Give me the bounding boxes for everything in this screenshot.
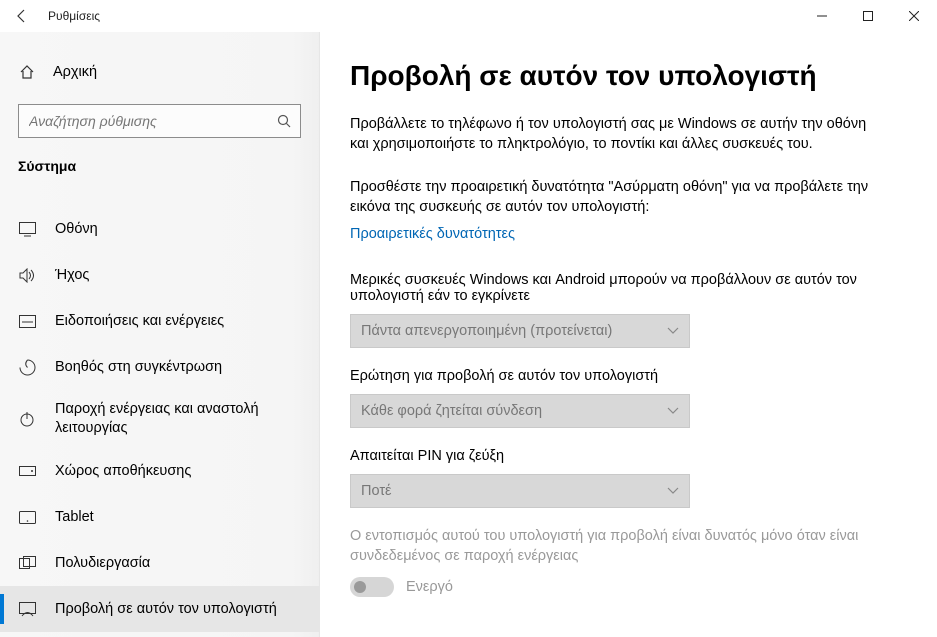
tablet-icon <box>19 511 37 524</box>
maximize-button[interactable] <box>845 0 891 32</box>
sidebar-item-display[interactable]: Οθόνη <box>0 206 319 252</box>
sidebar-item-focus-assist[interactable]: Βοηθός στη συγκέντρωση <box>0 344 319 390</box>
sidebar-nav: Οθόνη Ήχος Ειδοποιήσεις και ενέργειες Βο… <box>0 206 319 632</box>
sidebar-item-label: Βοηθός στη συγκέντρωση <box>55 359 222 375</box>
optional-features-link[interactable]: Προαιρετικές δυνατότητες <box>350 226 515 242</box>
sidebar-item-multitasking[interactable]: Πολυδιεργασία <box>0 540 319 586</box>
sidebar-item-label: Παροχή ενέργειας και αναστολή λειτουργία… <box>55 400 285 438</box>
lead-text: Προβάλλετε το τηλέφωνο ή τον υπολογιστή … <box>350 114 870 155</box>
window-title: Ρυθμίσεις <box>44 9 100 23</box>
page-title: Προβολή σε αυτόν τον υπολογιστή <box>350 60 897 92</box>
toggle-label: Ενεργό <box>406 579 453 595</box>
chevron-down-icon <box>667 327 679 335</box>
back-button[interactable] <box>0 0 44 32</box>
dropdown1-label: Μερικές συσκευές Windows και Android μπο… <box>350 272 897 304</box>
power-hint: Ο εντοπισμός αυτού του υπολογιστή για πρ… <box>350 526 870 567</box>
dropdown1[interactable]: Πάντα απενεργοποιημένη (προτείνεται) <box>350 314 690 348</box>
dropdown3-value: Ποτέ <box>361 483 392 499</box>
sidebar-item-label: Χώρος αποθήκευσης <box>55 463 191 479</box>
sidebar-item-label: Tablet <box>55 509 94 525</box>
sidebar-item-storage[interactable]: Χώρος αποθήκευσης <box>0 448 319 494</box>
sidebar-item-label: Ήχος <box>55 267 89 283</box>
dropdown2-value: Κάθε φορά ζητείται σύνδεση <box>361 403 542 419</box>
dropdown2-label: Ερώτηση για προβολή σε αυτόν τον υπολογι… <box>350 368 897 384</box>
sidebar-item-label: Οθόνη <box>55 221 98 237</box>
notifications-icon <box>19 314 37 329</box>
titlebar: Ρυθμίσεις <box>0 0 937 32</box>
sidebar-item-label: Πολυδιεργασία <box>55 555 150 571</box>
search-icon <box>277 114 292 129</box>
dropdown1-value: Πάντα απενεργοποιημένη (προτείνεται) <box>361 323 612 339</box>
power-toggle[interactable] <box>350 577 394 597</box>
home-icon <box>19 64 37 80</box>
search-input[interactable] <box>29 113 277 129</box>
chevron-down-icon <box>667 407 679 415</box>
dropdown2[interactable]: Κάθε φορά ζητείται σύνδεση <box>350 394 690 428</box>
minimize-button[interactable] <box>799 0 845 32</box>
window-controls <box>799 0 937 32</box>
dropdown3[interactable]: Ποτέ <box>350 474 690 508</box>
content-pane: Προβολή σε αυτόν τον υπολογιστή Προβάλλε… <box>320 32 937 637</box>
chevron-down-icon <box>667 487 679 495</box>
sidebar-home[interactable]: Αρχική <box>0 52 319 92</box>
multitasking-icon <box>19 556 37 570</box>
sidebar-item-power-sleep[interactable]: Παροχή ενέργειας και αναστολή λειτουργία… <box>0 390 319 448</box>
sound-icon <box>19 268 37 283</box>
close-button[interactable] <box>891 0 937 32</box>
sidebar-home-label: Αρχική <box>53 64 97 80</box>
sidebar-item-tablet[interactable]: Tablet <box>0 494 319 540</box>
focus-assist-icon <box>19 359 37 376</box>
sidebar-item-projecting[interactable]: Προβολή σε αυτόν τον υπολογιστή <box>0 586 319 632</box>
toggle-row: Ενεργό <box>350 577 897 597</box>
projecting-icon <box>19 602 37 617</box>
sub-text: Προσθέστε την προαιρετική δυνατότητα "Ασ… <box>350 177 870 218</box>
sidebar-item-sound[interactable]: Ήχος <box>0 252 319 298</box>
search-box[interactable] <box>18 104 301 138</box>
sidebar: Αρχική Σύστημα Οθόνη Ήχος <box>0 32 320 637</box>
storage-icon <box>19 466 37 477</box>
dropdown3-label: Απαιτείται PIN για ζεύξη <box>350 448 897 464</box>
power-icon <box>19 411 37 427</box>
sidebar-item-notifications[interactable]: Ειδοποιήσεις και ενέργειες <box>0 298 319 344</box>
sidebar-item-label: Ειδοποιήσεις και ενέργειες <box>55 313 224 329</box>
display-icon <box>19 222 37 237</box>
sidebar-section-label: Σύστημα <box>0 158 319 188</box>
sidebar-item-label: Προβολή σε αυτόν τον υπολογιστή <box>55 601 277 617</box>
